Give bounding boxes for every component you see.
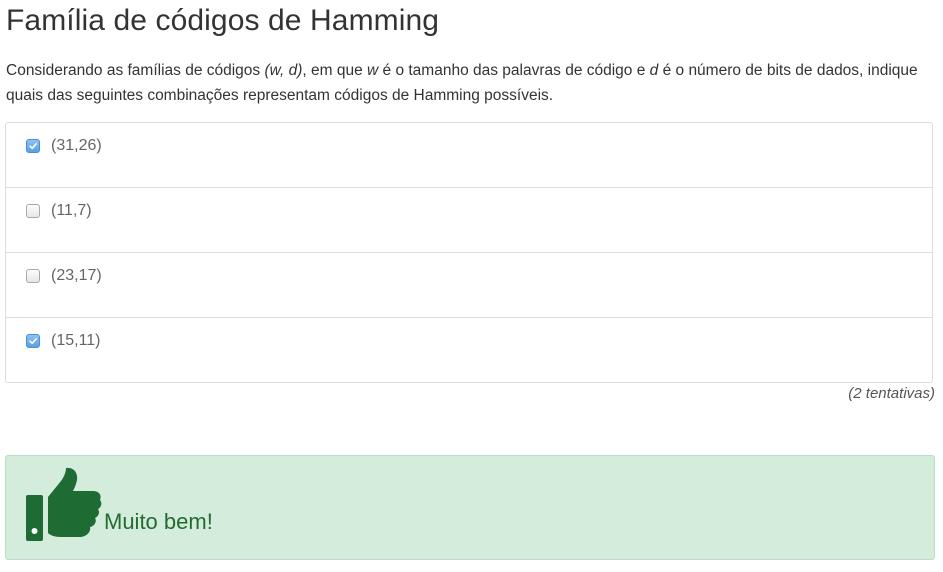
feedback-message: Muito bem!	[104, 509, 213, 534]
answer-option[interactable]: (31,26)	[6, 123, 932, 188]
answer-option[interactable]: (11,7)	[6, 188, 932, 253]
intro-text: , em que	[302, 62, 368, 79]
intro-pair: (w, d)	[264, 62, 303, 79]
answer-options-list: (31,26) (11,7) (23,17) (15,11)	[5, 122, 933, 383]
check-icon	[29, 143, 37, 150]
question-text: Considerando as famílias de códigos (w, …	[6, 58, 931, 108]
check-icon	[29, 338, 37, 345]
intro-var-d: d	[649, 62, 659, 79]
checkbox-checked[interactable]	[26, 139, 40, 153]
answer-option[interactable]: (23,17)	[6, 253, 932, 318]
option-label: (15,11)	[51, 332, 101, 349]
intro-var-w: w	[367, 62, 379, 79]
option-label: (31,26)	[51, 137, 102, 154]
answer-option[interactable]: (15,11)	[6, 318, 932, 382]
checkbox-checked[interactable]	[26, 334, 40, 348]
checkbox-unchecked[interactable]	[26, 269, 40, 283]
intro-text: é o tamanho das palavras de código e	[378, 62, 650, 79]
intro-text: Considerando as famílias de códigos	[6, 62, 265, 79]
thumbs-up-icon	[26, 467, 102, 541]
attempts-count: (2 tentativas)	[848, 385, 935, 402]
feedback-box: Muito bem!	[5, 455, 935, 560]
page-title: Família de códigos de Hamming	[6, 4, 440, 37]
option-label: (11,7)	[51, 202, 92, 219]
option-label: (23,17)	[51, 267, 102, 284]
checkbox-unchecked[interactable]	[26, 204, 40, 218]
